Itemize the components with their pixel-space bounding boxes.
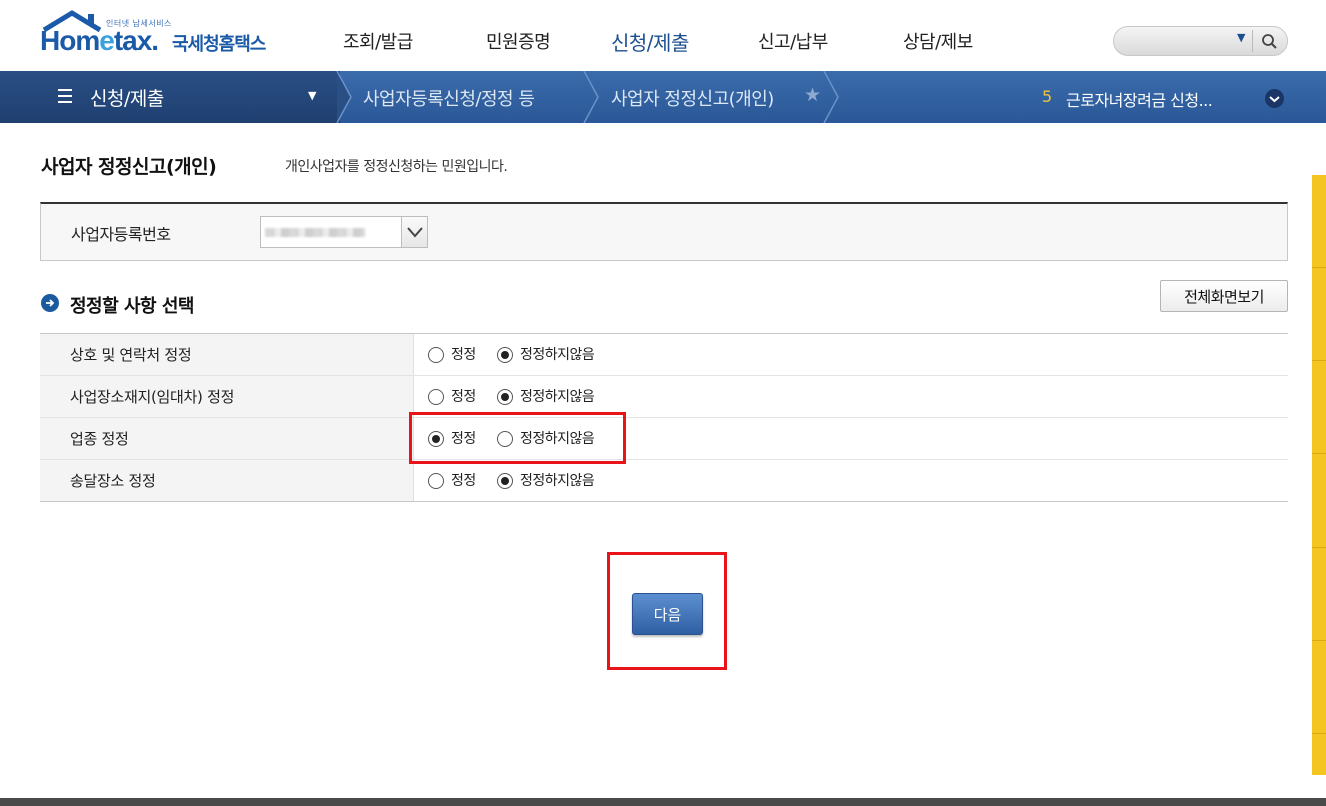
- hamburger-menu-icon[interactable]: [58, 89, 72, 103]
- highlight-box-industry: [409, 412, 626, 464]
- option-row-industry: 업종 정정 정정 정정하지않음: [40, 418, 1288, 460]
- search-input[interactable]: [1122, 30, 1234, 52]
- side-menu-divider: [1312, 360, 1326, 361]
- radio-no-correct-label[interactable]: 정정하지않음: [520, 470, 595, 490]
- logo-brand-post: tax.: [113, 25, 159, 56]
- news-number: 5: [1042, 87, 1053, 106]
- option-row-delivery-place: 송달장소 정정 정정 정정하지않음: [40, 460, 1288, 502]
- radio-no-correct[interactable]: [497, 347, 513, 363]
- hometax-logo[interactable]: 인터넷 납세서비스 Hometax. 국세청홈택스: [40, 10, 280, 62]
- nav-application[interactable]: 신청/제출: [611, 27, 689, 56]
- side-menu-divider: [1312, 640, 1326, 641]
- side-menu-divider: [1312, 547, 1326, 548]
- search-dropdown-caret-icon[interactable]: ▼: [1237, 31, 1245, 44]
- breadcrumb-main-menu[interactable]: 신청/제출 ▼: [0, 71, 340, 123]
- footer-bar: [0, 798, 1326, 806]
- option-label: 송달장소 정정: [40, 460, 414, 501]
- chevron-down-icon: [407, 227, 423, 238]
- radio-correct[interactable]: [428, 389, 444, 405]
- radio-no-correct[interactable]: [497, 389, 513, 405]
- option-label: 상호 및 연락처 정정: [40, 334, 414, 375]
- search-box: ▼: [1113, 26, 1288, 56]
- news-ticker-text[interactable]: 근로자녀장려금 신청...: [1066, 87, 1213, 111]
- radio-correct-label[interactable]: 정정: [451, 470, 476, 490]
- logo-brand: Hometax.: [40, 25, 159, 57]
- favorite-star-icon[interactable]: ★: [804, 84, 821, 106]
- correction-options-table: 상호 및 연락처 정정 정정 정정하지않음 사업장소재지(임대차) 정정 정정 …: [40, 333, 1288, 502]
- radio-no-correct-label[interactable]: 정정하지않음: [520, 386, 595, 406]
- breadcrumb-chevron-icon: [823, 71, 839, 123]
- page-root: 인터넷 납세서비스 Hometax. 국세청홈택스 조회/발급 민원증명 신청/…: [0, 0, 1326, 806]
- nav-inquiry[interactable]: 조회/발급: [343, 28, 413, 54]
- breadcrumb-chevron-icon: [336, 71, 352, 123]
- registration-number-masked: [265, 228, 365, 237]
- breadcrumb-sub1[interactable]: 사업자등록신청/정정 등: [363, 85, 535, 111]
- side-menu-divider: [1312, 733, 1326, 734]
- next-button[interactable]: 다음: [632, 593, 703, 635]
- radio-correct[interactable]: [428, 473, 444, 489]
- option-row-trade-name: 상호 및 연락처 정정 정정 정정하지않음: [40, 334, 1288, 376]
- top-header: 인터넷 납세서비스 Hometax. 국세청홈택스 조회/발급 민원증명 신청/…: [0, 0, 1326, 71]
- option-label: 업종 정정: [40, 418, 414, 459]
- option-row-business-location: 사업장소재지(임대차) 정정 정정 정정하지않음: [40, 376, 1288, 418]
- registration-number-label: 사업자등록번호: [71, 225, 171, 244]
- search-divider: [1252, 30, 1253, 52]
- option-label: 사업장소재지(임대차) 정정: [40, 376, 414, 417]
- breadcrumb-bar: 신청/제출 ▼ 사업자등록신청/정정 등 사업자 정정신고(개인) ★ 5 근로…: [0, 71, 1326, 123]
- registration-number-panel: 사업자등록번호: [40, 202, 1288, 261]
- radio-correct-label[interactable]: 정정: [451, 386, 476, 406]
- side-menu-divider: [1312, 453, 1326, 454]
- side-menu-divider: [1312, 267, 1326, 268]
- logo-brand-pre: Hom: [40, 25, 100, 56]
- radio-no-correct[interactable]: [497, 473, 513, 489]
- page-description: 개인사업자를 정정신청하는 민원입니다.: [285, 159, 508, 175]
- news-expand-button[interactable]: [1265, 89, 1284, 108]
- radio-no-correct-label[interactable]: 정정하지않음: [520, 344, 595, 364]
- nav-civil-certificate[interactable]: 민원증명: [486, 28, 551, 54]
- section-arrow-icon: [41, 294, 59, 312]
- chevron-down-icon: [1269, 96, 1280, 103]
- side-quick-menu[interactable]: [1312, 175, 1326, 775]
- select-arrow[interactable]: [401, 217, 427, 247]
- registration-number-select[interactable]: [260, 216, 428, 248]
- page-title: 사업자 정정신고(개인): [41, 156, 217, 178]
- search-icon[interactable]: [1256, 30, 1282, 52]
- breadcrumb-main-caret-icon[interactable]: ▼: [308, 89, 316, 102]
- radio-correct-label[interactable]: 정정: [451, 344, 476, 364]
- nav-report-payment[interactable]: 신고/납부: [758, 28, 828, 54]
- breadcrumb-sub2[interactable]: 사업자 정정신고(개인): [611, 85, 774, 111]
- nav-consult[interactable]: 상담/제보: [903, 28, 973, 54]
- breadcrumb-chevron-icon: [583, 71, 599, 123]
- breadcrumb-main[interactable]: 신청/제출: [90, 84, 164, 111]
- section-title: 정정할 사항 선택: [70, 296, 194, 317]
- fullscreen-button[interactable]: 전체화면보기: [1160, 280, 1288, 312]
- logo-korean-name: 국세청홈택스: [172, 34, 266, 55]
- radio-correct[interactable]: [428, 347, 444, 363]
- logo-brand-e: e: [99, 25, 115, 56]
